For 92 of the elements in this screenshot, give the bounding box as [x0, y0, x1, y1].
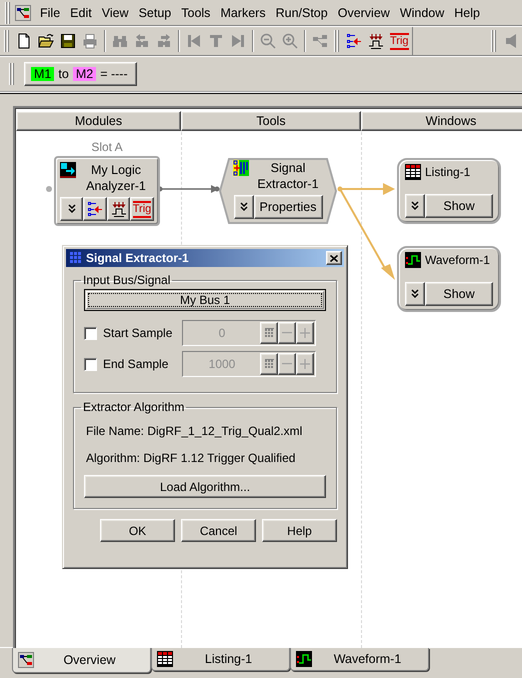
- module-icon: [60, 162, 76, 178]
- minus-icon: [282, 332, 292, 334]
- toolbar-grip[interactable]: [5, 2, 11, 24]
- window-title: Waveform-1: [425, 252, 490, 268]
- waveform-icon: [296, 651, 312, 667]
- step-signal-icon: [110, 201, 126, 217]
- waveform-icon: [405, 252, 421, 268]
- menu-item[interactable]: Edit: [65, 6, 97, 20]
- dropdown-button[interactable]: [405, 282, 425, 306]
- close-icon: [330, 254, 338, 262]
- tool-node[interactable]: Signal Extractor-1 Properties: [219, 158, 337, 224]
- checkbox-label: End Sample: [103, 357, 170, 371]
- decrement-button[interactable]: [278, 322, 296, 344]
- menu-item[interactable]: Markers: [215, 6, 271, 20]
- open-folder-icon[interactable]: [38, 33, 54, 49]
- decrement-button[interactable]: [278, 353, 296, 375]
- port-dot: [46, 186, 52, 192]
- checkbox-label: Start Sample: [103, 326, 174, 340]
- toolbar-grip[interactable]: [9, 63, 15, 85]
- load-algorithm-button[interactable]: Load Algorithm...: [84, 475, 326, 498]
- close-button[interactable]: [326, 251, 342, 265]
- show-button[interactable]: Show: [425, 282, 493, 306]
- group-title: Input Bus/Signal: [82, 273, 172, 287]
- chevron-down-icon: [411, 201, 419, 211]
- toolbar-grip[interactable]: [4, 30, 10, 52]
- chevron-down-icon: [411, 289, 419, 299]
- file-name-text: File Name: DigRF_1_12_Trig_Qual2.xml: [86, 424, 304, 438]
- tab[interactable]: Overview: [12, 648, 151, 673]
- tool-title: Signal Extractor-1: [256, 160, 320, 192]
- module-node[interactable]: My Logic Analyzer-1 Trig: [54, 156, 160, 226]
- toolbar-grip[interactable]: [334, 30, 340, 52]
- dropdown-button[interactable]: [405, 194, 425, 218]
- keypad-icon: [264, 359, 274, 369]
- dots-icon: [68, 251, 82, 265]
- chevron-down-icon: [68, 204, 76, 214]
- bus-select-button[interactable]: My Bus 1: [84, 289, 326, 311]
- table-icon: [405, 164, 421, 180]
- interval-value: = ----: [100, 67, 128, 81]
- dialog-title: Signal Extractor-1: [86, 251, 190, 265]
- bus-list-icon: [87, 201, 103, 217]
- module-title: My Logic Analyzer-1: [85, 162, 147, 194]
- bus-signal-button[interactable]: [83, 197, 107, 221]
- step-signal-icon[interactable]: [368, 33, 384, 49]
- minus-icon: [282, 363, 292, 365]
- tab[interactable]: Listing-1: [151, 648, 290, 671]
- window-node[interactable]: Listing-1 Show: [397, 158, 501, 224]
- dialog-button[interactable]: OK: [100, 519, 175, 542]
- diagram-icon: [18, 652, 34, 668]
- menu-item[interactable]: Run/Stop: [270, 6, 333, 20]
- column-header: Modules: [16, 111, 181, 131]
- menu-item[interactable]: Window: [394, 6, 450, 20]
- tab[interactable]: Waveform-1: [290, 648, 429, 671]
- marker-label: M2: [72, 67, 96, 81]
- menu-item[interactable]: View: [96, 6, 134, 20]
- table-icon: [157, 651, 173, 667]
- increment-button[interactable]: [296, 322, 314, 344]
- dropdown-button[interactable]: [60, 197, 84, 221]
- keypad-icon: [264, 328, 274, 338]
- column-header: Windows: [361, 111, 522, 131]
- marker-label: M1: [31, 67, 54, 81]
- connector-text: to: [58, 67, 69, 81]
- dialog-button[interactable]: Help: [262, 519, 337, 542]
- algorithm-text: Algorithm: DigRF 1.12 Trigger Qualified: [86, 451, 296, 465]
- app-icon[interactable]: [15, 4, 31, 20]
- plus-icon: [300, 359, 310, 369]
- slot-label: Slot A: [90, 140, 124, 154]
- sampling-button[interactable]: [107, 197, 130, 221]
- trigger-button[interactable]: Trig: [130, 197, 154, 221]
- menu-item[interactable]: Setup: [134, 6, 176, 20]
- menu-item[interactable]: Overview: [332, 6, 395, 20]
- increment-button[interactable]: [296, 353, 314, 375]
- show-button[interactable]: Show: [425, 194, 493, 218]
- plus-icon: [300, 328, 310, 338]
- keypad-button[interactable]: [260, 322, 278, 344]
- window-node[interactable]: Waveform-1 Show: [397, 246, 501, 312]
- window-title: Listing-1: [425, 164, 470, 180]
- new-document-icon[interactable]: [16, 33, 32, 49]
- menu-item[interactable]: Tools: [176, 6, 216, 20]
- toolbar-grip[interactable]: [491, 30, 497, 52]
- chevron-down-icon: [240, 202, 248, 212]
- column-header: Tools: [181, 111, 361, 131]
- menu-item[interactable]: File: [35, 6, 66, 20]
- extractor-icon: [233, 160, 249, 176]
- bus-list-icon[interactable]: [346, 33, 362, 49]
- properties-button[interactable]: Properties: [254, 195, 322, 219]
- group-title: Extractor Algorithm: [82, 400, 186, 414]
- keypad-button[interactable]: [260, 353, 278, 375]
- dropdown-button[interactable]: [234, 195, 254, 219]
- menu-item[interactable]: Help: [449, 6, 485, 20]
- marker-interval-button[interactable]: M1 to M2 = ----: [24, 62, 137, 86]
- dialog-button[interactable]: Cancel: [181, 519, 256, 542]
- trigger-button[interactable]: Trig: [390, 32, 409, 50]
